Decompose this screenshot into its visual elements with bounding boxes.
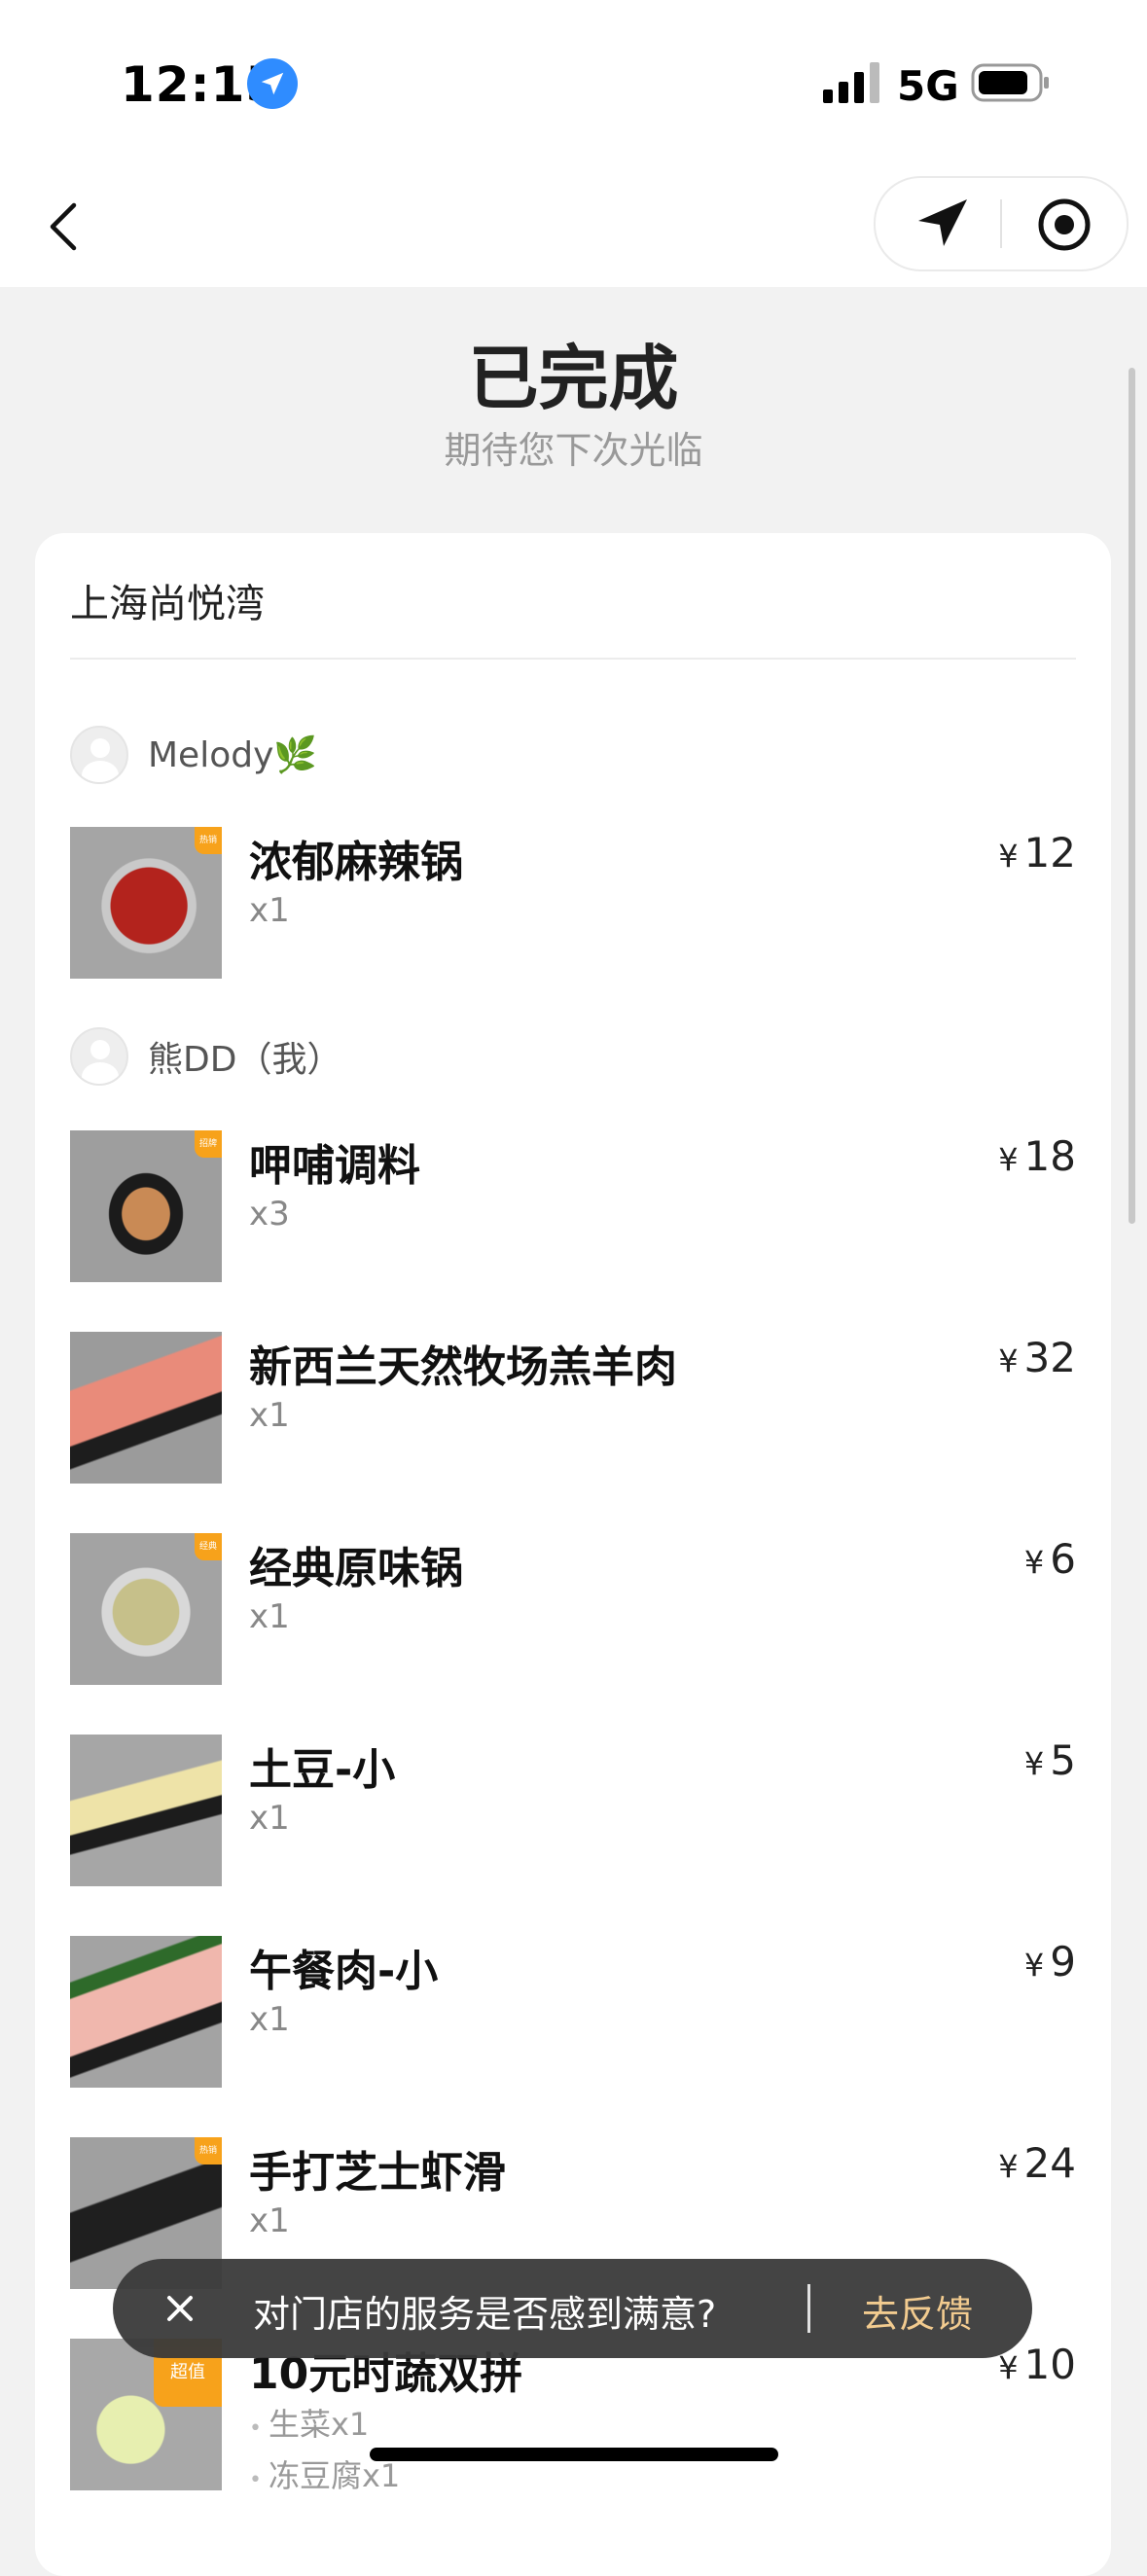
feedback-prompt: 对门店的服务是否感到满意?: [253, 2293, 717, 2336]
list-item[interactable]: 经典 经典原味锅 x1 ¥6: [70, 1533, 1076, 1689]
list-item[interactable]: 土豆-小 x1 ¥5: [70, 1735, 1076, 1890]
cellular-signal-icon: [823, 62, 879, 103]
avatar: [70, 1027, 128, 1086]
nav-bar: [0, 170, 1147, 287]
dish-price: ¥9: [1024, 1938, 1076, 1986]
price-value: 6: [1050, 1535, 1076, 1583]
currency-symbol: ¥: [998, 1141, 1019, 1178]
dish-quantity: x3: [249, 1195, 290, 1234]
store-name: 上海尚悦湾: [70, 582, 265, 626]
currency-symbol: ¥: [998, 1342, 1019, 1379]
list-item[interactable]: 超值 10元时蔬双拼 生菜x1 冻豆腐x1 ¥10: [70, 2339, 1076, 2533]
currency-symbol: ¥: [1023, 1745, 1045, 1782]
close-target-icon[interactable]: [1035, 196, 1093, 254]
dish-price: ¥18: [998, 1132, 1076, 1180]
feedback-toast: 对门店的服务是否感到满意? 去反馈: [113, 2259, 1032, 2358]
list-item[interactable]: 午餐肉-小 x1 ¥9: [70, 1936, 1076, 2092]
user-name: 熊DD（我）: [148, 1040, 342, 1080]
currency-symbol: ¥: [998, 2349, 1019, 2386]
dish-quantity: x1: [249, 2000, 290, 2039]
price-value: 12: [1023, 829, 1076, 877]
classic-badge: 经典: [195, 1533, 222, 1560]
back-chevron-icon[interactable]: [37, 197, 95, 256]
currency-symbol: ¥: [1023, 1544, 1045, 1581]
dish-price: ¥5: [1024, 1736, 1076, 1784]
dish-quantity: x1: [249, 1597, 290, 1636]
price-value: 10: [1023, 2341, 1076, 2388]
list-item[interactable]: 招牌 呷哺调料 x3 ¥18: [70, 1130, 1076, 1286]
dish-thumbnail: [70, 1332, 222, 1484]
price-value: 32: [1023, 1334, 1076, 1381]
location-arrow-icon: [247, 58, 298, 109]
avatar: [70, 726, 128, 784]
price-value: 9: [1050, 1938, 1076, 1986]
dish-thumbnail: 经典: [70, 1533, 222, 1685]
price-value: 18: [1023, 1132, 1076, 1180]
price-value: 24: [1023, 2139, 1076, 2187]
dish-price: ¥6: [1024, 1535, 1076, 1583]
share-arrow-icon[interactable]: [914, 197, 973, 250]
dish-name: 午餐肉-小: [249, 1947, 439, 1996]
user-row: Melody🌿: [70, 726, 317, 784]
network-type: 5G: [897, 62, 959, 110]
page-title: 已完成: [468, 338, 679, 419]
dish-name: 新西兰天然牧场羔羊肉: [249, 1342, 677, 1392]
hot-badge: 热销: [195, 2137, 222, 2165]
battery-icon: [971, 63, 1049, 102]
list-item[interactable]: 热销 浓郁麻辣锅 x1 ¥12: [70, 827, 1076, 983]
dish-price: ¥24: [998, 2139, 1076, 2187]
combo-subitem: 生菜x1: [249, 2401, 400, 2452]
dish-thumbnail: [70, 1936, 222, 2088]
close-icon[interactable]: [156, 2284, 204, 2333]
signature-badge: 招牌: [195, 1130, 222, 1158]
user-row: 熊DD（我）: [70, 1027, 341, 1086]
scrollbar[interactable]: [1129, 368, 1135, 1224]
status-bar: 12:15 5G: [0, 0, 1147, 170]
dish-quantity: x1: [249, 1396, 290, 1435]
dish-quantity: x1: [249, 2201, 290, 2240]
list-item[interactable]: 新西兰天然牧场羔羊肉 x1 ¥32: [70, 1332, 1076, 1487]
dish-quantity: x1: [249, 1799, 290, 1838]
dish-thumbnail: 招牌: [70, 1130, 222, 1282]
dish-price: ¥12: [998, 829, 1076, 877]
home-indicator[interactable]: [370, 2448, 778, 2461]
dish-quantity: x1: [249, 891, 290, 930]
dish-thumbnail: [70, 1735, 222, 1886]
user-name: Melody🌿: [148, 735, 318, 775]
capsule-divider: [1000, 199, 1002, 248]
miniprogram-capsule: [874, 176, 1129, 271]
feedback-button[interactable]: 去反馈: [862, 2284, 973, 2338]
currency-symbol: ¥: [998, 2148, 1019, 2185]
page-subtitle: 期待您下次光临: [444, 429, 703, 472]
currency-symbol: ¥: [1023, 1947, 1045, 1984]
dish-name: 呷哺调料: [249, 1141, 420, 1191]
dish-name: 浓郁麻辣锅: [249, 838, 463, 887]
dish-thumbnail: 超值: [70, 2339, 222, 2490]
divider: [70, 658, 1076, 660]
dish-name: 土豆-小: [249, 1745, 396, 1795]
price-value: 5: [1050, 1736, 1076, 1784]
dish-name: 经典原味锅: [249, 1544, 463, 1593]
dish-name: 手打芝士虾滑: [249, 2148, 506, 2198]
dish-price: ¥32: [998, 1334, 1076, 1381]
hot-badge: 热销: [195, 827, 222, 854]
toast-divider: [807, 2284, 810, 2333]
dish-thumbnail: 热销: [70, 827, 222, 979]
currency-symbol: ¥: [998, 838, 1019, 875]
